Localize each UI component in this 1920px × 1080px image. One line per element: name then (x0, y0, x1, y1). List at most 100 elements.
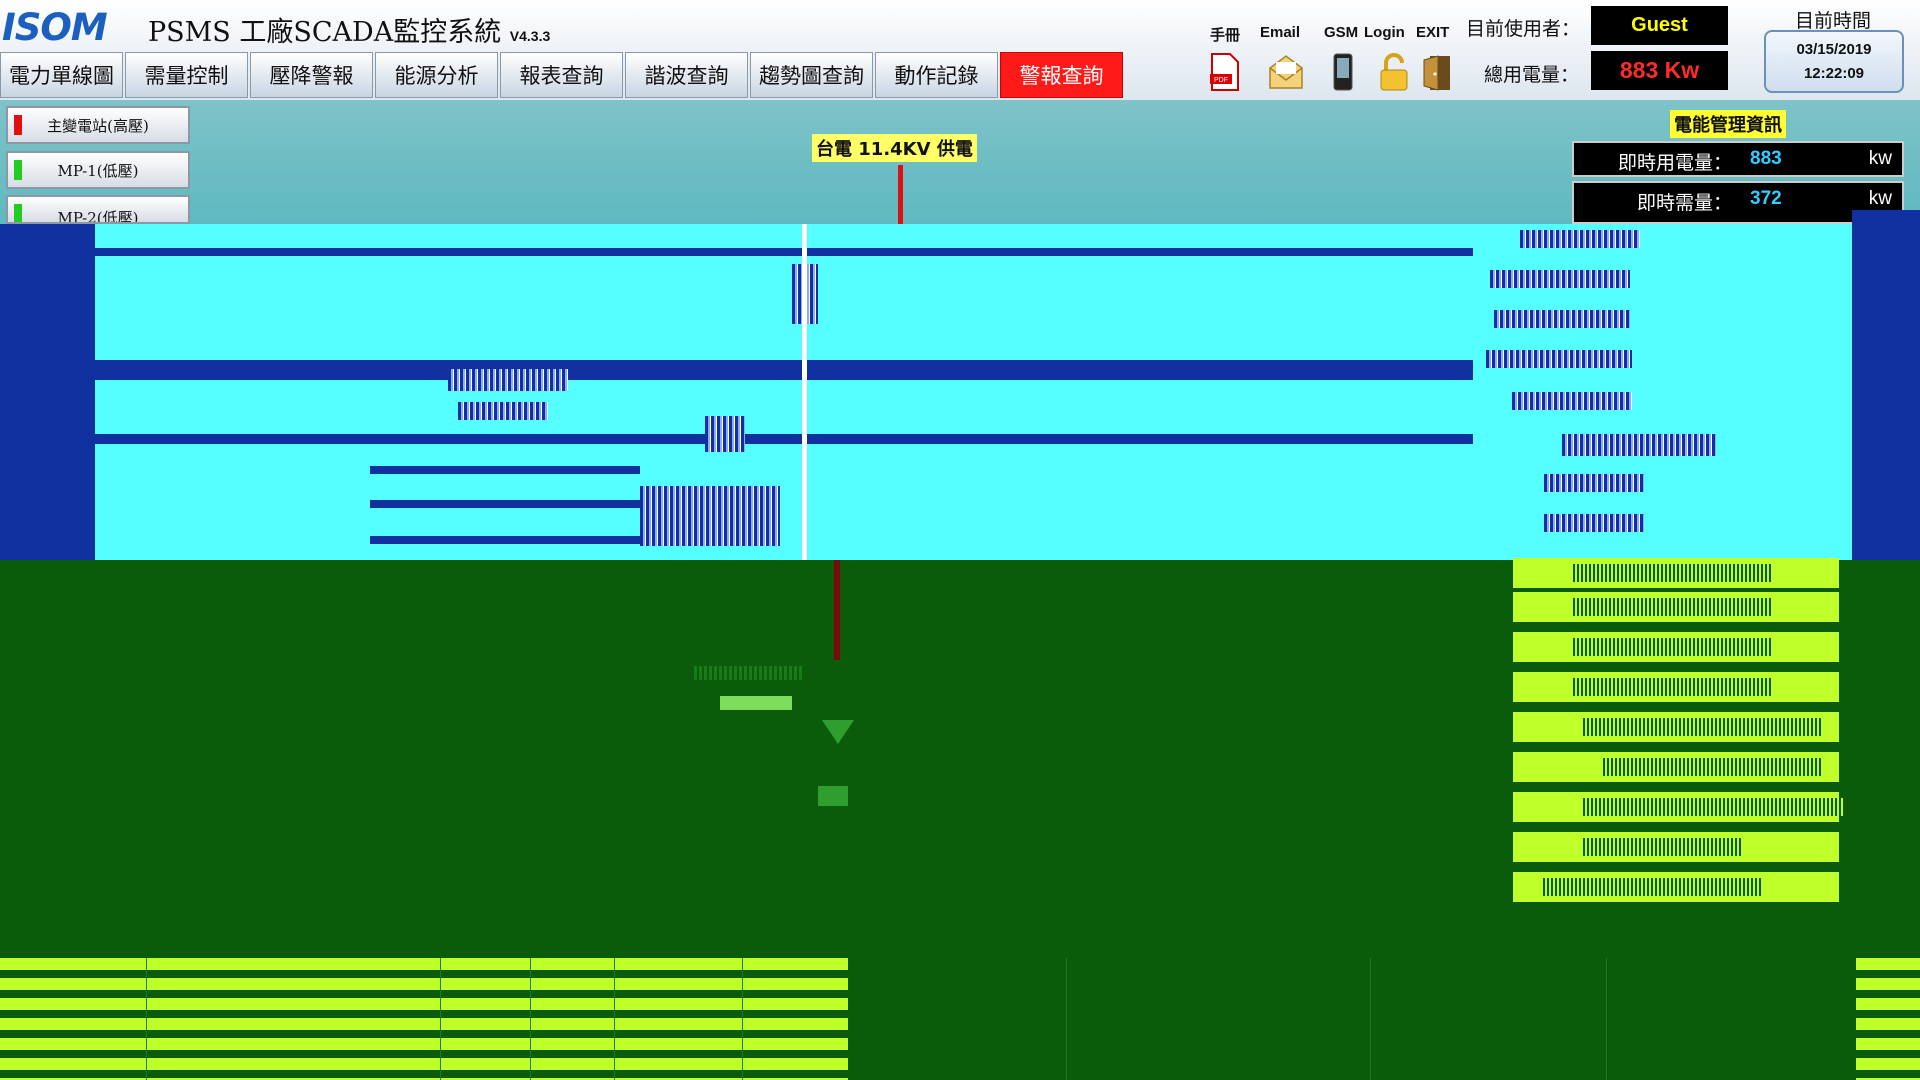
lock-icon[interactable] (1376, 52, 1412, 92)
grid-line (614, 958, 615, 1080)
glitch-block (1603, 758, 1823, 776)
pdf-icon[interactable]: PDF (1206, 52, 1242, 92)
tab-demand-control[interactable]: 需量控制 (125, 52, 248, 98)
feed-line-lower (834, 560, 840, 660)
tab-single-line-diagram[interactable]: 電力單線圖 (0, 52, 123, 98)
login-label: Login (1364, 24, 1405, 41)
realtime-power-value: 883 (1750, 148, 1782, 169)
glitch-block (448, 369, 568, 391)
energy-panel-title: 電能管理資訊 (1670, 110, 1786, 138)
tab-action-log[interactable]: 動作記錄 (875, 52, 998, 98)
grid-line (742, 958, 743, 1080)
total-power-value: 883 Kw (1591, 51, 1728, 90)
glitch-block (1583, 838, 1743, 856)
current-time-label: 目前時間 (1795, 10, 1872, 32)
lime-row (1513, 832, 1839, 862)
supply-label: 台電 11.4KV 供電 (812, 134, 977, 162)
feeder-line (370, 466, 640, 474)
station-button-main-substation[interactable]: 主變電站(高壓) (6, 106, 190, 144)
grid-line (1066, 958, 1067, 1080)
lime-row (1513, 792, 1843, 822)
isom-logo: ISOM (2, 6, 108, 49)
lime-stripe-table (1856, 958, 1920, 1080)
tab-alarm-query[interactable]: 警報查詢 (1000, 52, 1123, 98)
realtime-power-label: 即時用電量： (1617, 152, 1732, 174)
diagram-glitch-band (0, 210, 1920, 560)
glitch-block (705, 416, 745, 452)
lime-row (1513, 632, 1839, 662)
bus-bar (95, 434, 1473, 444)
date-value: 03/15/2019 (1796, 40, 1872, 58)
glitch-block (1583, 798, 1843, 816)
glitch-block (818, 786, 848, 806)
tab-report-query[interactable]: 報表查詢 (500, 52, 623, 98)
svg-text:PDF: PDF (1214, 77, 1228, 84)
email-tool[interactable]: Email (1260, 0, 1316, 100)
feeder-line (370, 536, 640, 544)
station-status-indicator (14, 160, 22, 180)
lime-row (1513, 592, 1839, 622)
glitch-block (1520, 230, 1640, 248)
realtime-demand-unit: kw (1868, 188, 1892, 209)
manual-tool[interactable]: 手冊 PDF (1206, 0, 1256, 100)
current-user-label: 目前使用者： (1466, 18, 1581, 40)
current-user-value: Guest (1591, 6, 1728, 45)
glitch-block (1544, 514, 1644, 532)
glitch-block (1573, 678, 1773, 696)
tab-harmonic-query[interactable]: 諧波查詢 (625, 52, 748, 98)
grid-line (146, 958, 147, 1080)
lime-stripe-table (0, 958, 848, 1080)
lime-row (1513, 672, 1839, 702)
glitch-block (694, 666, 804, 680)
app-title-text: PSMS 工廠SCADA監控系統 (148, 17, 502, 48)
exit-door-icon[interactable] (1418, 52, 1454, 92)
phone-icon[interactable] (1326, 52, 1362, 92)
gsm-label: GSM (1324, 24, 1359, 41)
glitch-block (1573, 638, 1773, 656)
feed-line (898, 165, 903, 225)
station-label: MP-1(低壓) (57, 161, 139, 180)
grid-line (530, 958, 531, 1080)
login-tool[interactable]: Login (1364, 0, 1418, 100)
exit-tool[interactable]: EXIT (1414, 0, 1460, 100)
grid-line (1606, 958, 1607, 1080)
main-nav: 電力單線圖 需量控制 壓降警報 能源分析 報表查詢 諧波查詢 趨勢圖查詢 動作記… (0, 52, 1125, 98)
realtime-demand-value: 372 (1750, 188, 1782, 209)
lime-row (1513, 872, 1839, 902)
realtime-demand-label: 即時需量： (1636, 192, 1732, 214)
station-label: 主變電站(高壓) (47, 116, 149, 135)
bus-bar (95, 248, 1473, 256)
tab-trend-query[interactable]: 趨勢圖查詢 (750, 52, 873, 98)
glitch-block (640, 486, 780, 546)
app-header: ISOM PSMS 工廠SCADA監控系統 V4.3.3 電力單線圖 需量控制 … (0, 0, 1920, 100)
email-label: Email (1260, 24, 1301, 41)
feeder-line (370, 500, 640, 508)
app-title: PSMS 工廠SCADA監控系統 V4.3.3 (148, 10, 550, 49)
total-power-label: 總用電量： (1484, 64, 1580, 86)
station-status-indicator (14, 115, 22, 135)
tab-voltage-drop-alarm[interactable]: 壓降警報 (250, 52, 373, 98)
time-value: 12:22:09 (1803, 64, 1865, 82)
glitch-block (1543, 878, 1763, 896)
left-glitch-strip (0, 224, 95, 560)
glitch-block (1486, 350, 1632, 368)
datetime-display: 03/15/2019 12:22:09 (1764, 30, 1904, 93)
glitch-block (1544, 474, 1644, 492)
glitch-block (1583, 718, 1823, 736)
glitch-block (1573, 598, 1773, 616)
station-label: MP-2(低壓) (57, 209, 139, 224)
glitch-block (458, 402, 548, 420)
realtime-power-unit: kw (1868, 148, 1892, 169)
station-button-mp1[interactable]: MP-1(低壓) (6, 151, 190, 189)
glitch-block (1494, 310, 1630, 328)
station-button-mp2[interactable]: MP-2(低壓) (6, 195, 190, 224)
glitch-block (1573, 564, 1773, 582)
email-icon[interactable] (1268, 52, 1304, 92)
down-arrow-icon (822, 720, 854, 744)
glitch-block (720, 696, 792, 710)
glitch-block (1490, 270, 1630, 288)
tab-energy-analysis[interactable]: 能源分析 (375, 52, 498, 98)
grid-line (1370, 958, 1371, 1080)
exit-label: EXIT (1416, 24, 1450, 41)
lime-row (1513, 712, 1839, 742)
